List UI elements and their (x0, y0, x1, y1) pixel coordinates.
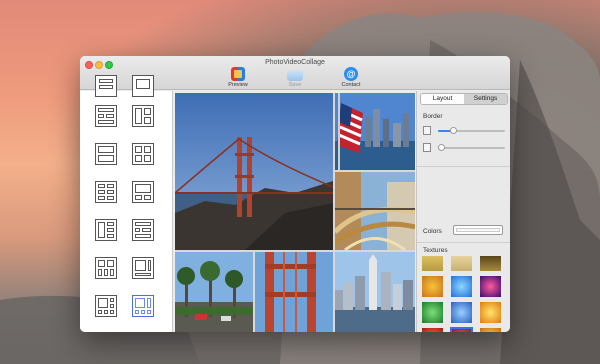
colors-label: Colors (423, 228, 442, 235)
corner-radius-knob[interactable] (438, 144, 445, 151)
texture-swatch[interactable] (422, 276, 443, 297)
corner-radius-slider-row (423, 143, 507, 153)
texture-swatch[interactable] (422, 256, 443, 271)
preview-button[interactable]: Preview (223, 67, 253, 88)
texture-swatch[interactable] (480, 302, 501, 323)
border-label: Border (423, 113, 443, 120)
template-thumbnail[interactable] (132, 105, 154, 127)
template-thumbnail[interactable] (95, 75, 117, 97)
border-color-well[interactable] (453, 225, 503, 235)
corner-radius-slider[interactable] (438, 144, 505, 151)
preview-label: Preview (228, 82, 248, 88)
template-thumbnail[interactable] (95, 257, 117, 279)
bridge-tower-photo (255, 252, 333, 332)
skyline-photo (335, 252, 415, 332)
flag-city-photo (335, 93, 415, 170)
sculpture-photo (335, 172, 415, 250)
texture-swatch[interactable] (480, 256, 501, 271)
border-width-knob[interactable] (450, 127, 457, 134)
border-width-slider-row (423, 126, 507, 136)
template-list (80, 75, 173, 332)
settings-panel: Layout Settings Border Colors Textures (416, 91, 510, 332)
template-thumbnail[interactable] (95, 219, 117, 241)
texture-swatch[interactable] (451, 256, 472, 271)
window-title: PhotoVideoCollage (265, 59, 325, 66)
divider (417, 242, 510, 243)
photo-cell[interactable] (335, 252, 415, 332)
border-width-icon (423, 126, 431, 135)
texture-swatch-selected[interactable] (450, 327, 473, 332)
divider (417, 166, 510, 167)
photo-cell[interactable] (335, 93, 415, 170)
photo-cell[interactable] (175, 252, 253, 332)
template-thumbnail[interactable] (132, 75, 154, 97)
collage-canvas[interactable] (175, 93, 415, 332)
tab-layout[interactable]: Layout (421, 94, 464, 104)
contact-button[interactable]: @ Contact (336, 67, 366, 88)
texture-swatch[interactable] (422, 328, 443, 332)
template-thumbnail[interactable] (95, 143, 117, 165)
texture-swatch[interactable] (451, 302, 472, 323)
template-thumbnail[interactable] (132, 143, 154, 165)
photo-cell[interactable] (255, 252, 333, 332)
texture-swatch[interactable] (480, 328, 501, 332)
save-button[interactable]: Save (280, 67, 310, 88)
texture-grid (417, 256, 510, 332)
template-thumbnail[interactable] (132, 219, 154, 241)
photo-cell[interactable] (335, 172, 415, 250)
template-thumbnail-selected[interactable] (132, 295, 154, 317)
texture-swatch[interactable] (480, 276, 501, 297)
template-thumbnail[interactable] (95, 105, 117, 127)
contact-label: Contact (341, 82, 361, 88)
template-thumbnail[interactable] (95, 295, 117, 317)
palm-street-photo (175, 252, 253, 332)
border-width-slider[interactable] (438, 127, 505, 134)
golden-gate-photo (175, 93, 333, 250)
app-window: PhotoVideoCollage Preview Save @ Contact (80, 56, 510, 332)
template-thumbnail[interactable] (95, 181, 117, 203)
textures-label: Textures (423, 247, 448, 254)
tab-settings[interactable]: Settings (464, 94, 507, 104)
corner-radius-icon (423, 143, 431, 152)
preview-icon (231, 67, 245, 81)
template-thumbnail[interactable] (132, 181, 154, 203)
panel-tabs: Layout Settings (420, 93, 508, 105)
save-icon (287, 70, 303, 81)
save-label: Save (288, 82, 302, 88)
texture-swatch[interactable] (451, 276, 472, 297)
template-thumbnail[interactable] (132, 257, 154, 279)
photo-cell[interactable] (175, 93, 333, 250)
contact-icon: @ (344, 67, 358, 81)
texture-swatch[interactable] (422, 302, 443, 323)
